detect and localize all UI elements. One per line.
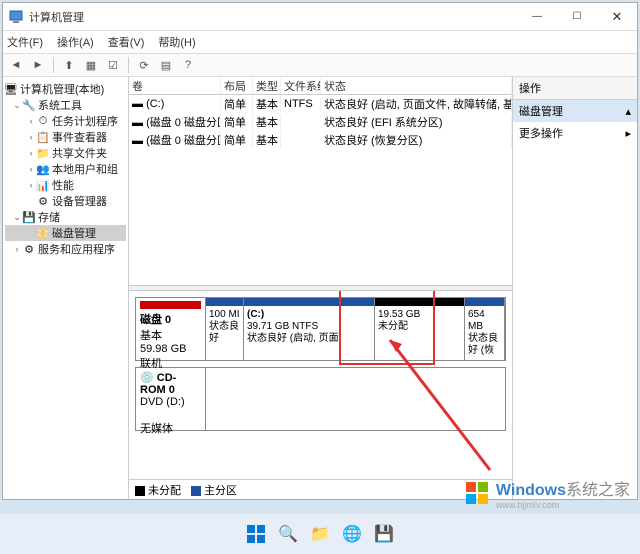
col-filesystem[interactable]: 文件系统 — [281, 78, 321, 94]
tree-event-viewer[interactable]: ›📋事件查看器 — [5, 129, 126, 145]
partition-efi[interactable]: 100 MI状态良好 — [206, 298, 244, 360]
clock-icon: ⏱ — [37, 115, 49, 127]
legend-unallocated: 未分配 — [135, 482, 181, 498]
minimize-button[interactable]: ― — [517, 3, 557, 31]
cdrom-label[interactable]: 💿 CD-ROM 0 DVD (D:) 无媒体 — [136, 368, 206, 430]
list-button[interactable]: ▤ — [157, 56, 175, 74]
tree-shared-folders[interactable]: ›📁共享文件夹 — [5, 145, 126, 161]
volume-row[interactable]: ▬ (磁盘 0 磁盘分区 4) 简单基本状态良好 (恢复分区) — [129, 131, 512, 149]
tree-panel: 🖥计算机管理(本地) ⌄🔧系统工具 ›⏱任务计划程序 ›📋事件查看器 ›📁共享文… — [3, 77, 129, 499]
explorer-button[interactable]: 📁 — [307, 521, 333, 547]
arrow-right-icon: ▸ — [625, 127, 631, 140]
actions-title: 操作 — [513, 77, 637, 100]
back-button[interactable]: ◄ — [7, 56, 25, 74]
edge-icon: 🌐 — [342, 524, 362, 544]
volume-icon: ▬ — [132, 98, 143, 110]
close-button[interactable]: ✕ — [597, 3, 637, 31]
disk-0-partitions: 100 MI状态良好 (C:)39.71 GB NTFS状态良好 (启动, 页面… — [206, 298, 505, 360]
tree-performance[interactable]: ›📊性能 — [5, 177, 126, 193]
windows-logo-icon — [464, 480, 490, 506]
tree-system-tools[interactable]: ⌄🔧系统工具 — [5, 97, 126, 113]
device-icon: ⚙ — [37, 195, 49, 207]
disk-graphical-view: 磁盘 0 基本 59.98 GB 联机 100 MI状态良好 (C:)39.71… — [129, 291, 512, 479]
edge-button[interactable]: 🌐 — [339, 521, 365, 547]
disk-icon: 💾 — [374, 524, 394, 544]
folder-icon: 📁 — [37, 147, 49, 159]
volume-icon: ▬ — [132, 135, 143, 147]
actions-more[interactable]: 更多操作▸ — [513, 122, 637, 144]
body: 🖥计算机管理(本地) ⌄🔧系统工具 ›⏱任务计划程序 ›📋事件查看器 ›📁共享文… — [3, 77, 637, 499]
search-button[interactable]: 🔍 — [275, 521, 301, 547]
tree-storage[interactable]: ⌄💾存储 — [5, 209, 126, 225]
col-layout[interactable]: 布局 — [221, 78, 253, 94]
expand-icon[interactable]: › — [25, 116, 37, 126]
actions-diskmgmt[interactable]: 磁盘管理▴ — [513, 100, 637, 122]
up-button[interactable]: ⬆ — [60, 56, 78, 74]
toolbar: ◄ ► ⬆ ▦ ☑ ⟳ ▤ ? — [3, 53, 637, 77]
tree-root[interactable]: 🖥计算机管理(本地) — [5, 81, 126, 97]
disk-0-row: 磁盘 0 基本 59.98 GB 联机 100 MI状态良好 (C:)39.71… — [135, 297, 506, 361]
tools-icon: 🔧 — [23, 99, 35, 111]
legend-primary: 主分区 — [191, 482, 237, 498]
tree-services[interactable]: ›⚙服务和应用程序 — [5, 241, 126, 257]
forward-button[interactable]: ► — [29, 56, 47, 74]
col-status[interactable]: 状态 — [321, 78, 512, 94]
show-hide-button[interactable]: ▦ — [82, 56, 100, 74]
perf-icon: 📊 — [37, 179, 49, 191]
volume-row[interactable]: ▬ (C:) 简单基本NTFS状态良好 (启动, 页面文件, 故障转储, 基本数… — [129, 95, 512, 113]
start-button[interactable] — [243, 521, 269, 547]
services-icon: ⚙ — [23, 243, 35, 255]
app-icon — [9, 10, 23, 24]
cdrom-row: 💿 CD-ROM 0 DVD (D:) 无媒体 — [135, 367, 506, 431]
folder-icon: 📁 — [310, 524, 330, 544]
tree-task-scheduler[interactable]: ›⏱任务计划程序 — [5, 113, 126, 129]
volume-icon: ▬ — [132, 117, 143, 129]
menu-view[interactable]: 查看(V) — [108, 34, 145, 50]
partition-c[interactable]: (C:)39.71 GB NTFS状态良好 (启动, 页面 — [244, 298, 375, 360]
refresh-button[interactable]: ⟳ — [135, 56, 153, 74]
col-volume[interactable]: 卷 — [129, 78, 221, 94]
tree-local-users[interactable]: ›👥本地用户和组 — [5, 161, 126, 177]
menu-help[interactable]: 帮助(H) — [158, 34, 195, 50]
users-icon: 👥 — [37, 163, 49, 175]
computer-icon: 🖥 — [5, 83, 17, 95]
volume-row[interactable]: ▬ (磁盘 0 磁盘分区 1) 简单基本状态良好 (EFI 系统分区) — [129, 113, 512, 131]
properties-button[interactable]: ☑ — [104, 56, 122, 74]
watermark: Windows系统之家 www.bjjmlv.com — [464, 476, 630, 510]
window-title: 计算机管理 — [29, 9, 517, 25]
menubar: 文件(F) 操作(A) 查看(V) 帮助(H) — [3, 31, 637, 53]
cdrom-icon: 💿 — [140, 372, 154, 384]
storage-icon: 💾 — [23, 211, 35, 223]
partition-unallocated[interactable]: 19.53 GB未分配 — [375, 298, 465, 360]
tree-disk-management[interactable]: 📀磁盘管理 — [5, 225, 126, 241]
disk-0-label[interactable]: 磁盘 0 基本 59.98 GB 联机 — [136, 298, 206, 360]
actions-panel: 操作 磁盘管理▴ 更多操作▸ — [513, 77, 637, 499]
titlebar[interactable]: 计算机管理 ― ☐ ✕ — [3, 3, 637, 31]
volume-list: ▬ (C:) 简单基本NTFS状态良好 (启动, 页面文件, 故障转储, 基本数… — [129, 95, 512, 285]
menu-file[interactable]: 文件(F) — [7, 34, 43, 50]
computer-management-window: 计算机管理 ― ☐ ✕ 文件(F) 操作(A) 查看(V) 帮助(H) ◄ ► … — [2, 2, 638, 500]
separator — [128, 57, 129, 73]
search-icon: 🔍 — [278, 524, 298, 544]
menu-action[interactable]: 操作(A) — [57, 34, 94, 50]
arrow-up-icon: ▴ — [625, 105, 631, 118]
tree-device-manager[interactable]: ⚙设备管理器 — [5, 193, 126, 209]
partition-recovery[interactable]: 654 MB状态良好 (恢 — [465, 298, 505, 360]
volume-header: 卷 布局 类型 文件系统 状态 — [129, 77, 512, 95]
event-icon: 📋 — [37, 131, 49, 143]
disk-icon: 📀 — [37, 227, 49, 239]
taskbar[interactable]: 🔍 📁 🌐 💾 — [0, 514, 640, 554]
center-panel: 卷 布局 类型 文件系统 状态 ▬ (C:) 简单基本NTFS状态良好 (启动,… — [129, 77, 513, 499]
separator — [53, 57, 54, 73]
legend: 未分配 主分区 — [129, 479, 512, 499]
expand-icon[interactable]: › — [11, 244, 23, 254]
col-type[interactable]: 类型 — [253, 78, 281, 94]
maximize-button[interactable]: ☐ — [557, 3, 597, 31]
help-button[interactable]: ? — [179, 56, 197, 74]
diskmgmt-taskbar[interactable]: 💾 — [371, 521, 397, 547]
